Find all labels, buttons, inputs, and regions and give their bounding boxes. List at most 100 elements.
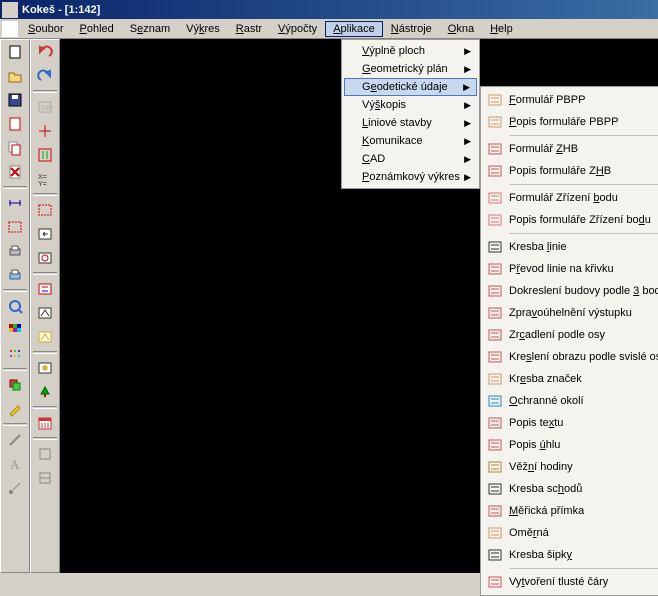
separator (509, 184, 658, 185)
rect-button[interactable] (4, 216, 27, 238)
menu-soubor[interactable]: Soubor (20, 21, 71, 37)
submenuitem-form-pbpp-desc[interactable]: Popis formuláře PBPP (483, 111, 658, 133)
print2-button[interactable] (4, 264, 27, 286)
layer-y-button[interactable] (34, 326, 57, 348)
submenuitem-form-zb[interactable]: Formulář Zřízení bodu (483, 187, 658, 209)
doc-icon (2, 21, 18, 37)
submenuitem-building-3pt[interactable]: Dokreslení budovy podle 3 bodů (483, 280, 658, 302)
palette-button[interactable] (4, 319, 27, 341)
submenuitem-line-draw[interactable]: Kresba linie (483, 236, 658, 258)
drawing-canvas[interactable]: Výplně ploch▶Geometrický plán▶Geodetické… (60, 39, 658, 573)
svg-text:A: A (10, 457, 20, 472)
sq2-button[interactable] (34, 467, 57, 489)
menuitem-komunikace[interactable]: Komunikace▶ (344, 132, 477, 150)
rectify-icon (485, 305, 505, 321)
menu-výpočty[interactable]: Výpočty (270, 21, 325, 37)
geodeticke-udaje-submenu: Formulář PBPP Popis formuláře PBPP Formulá… (480, 86, 658, 596)
save-button[interactable] (4, 89, 27, 111)
layer-r-button[interactable] (34, 278, 57, 300)
layer-bk-button[interactable] (34, 302, 57, 324)
undo-button[interactable] (34, 41, 57, 63)
menu-nástroje[interactable]: Nástroje (383, 21, 440, 37)
submenuitem-rectify[interactable]: Zpravoúhelnění výstupku (483, 302, 658, 324)
line-button[interactable] (4, 429, 27, 451)
submenuitem-label: Formulář PBPP (509, 94, 585, 106)
xy-button[interactable]: X=Y= (34, 168, 57, 190)
menu-výkres[interactable]: Výkres (178, 21, 228, 37)
toolbar-left-2: INFO X=Y= (30, 39, 60, 573)
building-3pt-icon (485, 283, 505, 299)
submenuitem-arrow-draw[interactable]: Kresba šipky (483, 544, 658, 566)
submenuitem-label: Kresba značek (509, 373, 582, 385)
submenu-arrow-icon: ▶ (464, 136, 471, 147)
submenuitem-mirror[interactable]: Zrcadlení podle osy (483, 324, 658, 346)
redo-button[interactable] (34, 65, 57, 87)
submenuitem-symbols[interactable]: Kresba značek (483, 368, 658, 390)
zoomall-button[interactable] (34, 144, 57, 166)
submenuitem-protect-area[interactable]: Ochranné okolí (483, 390, 658, 412)
submenuitem-label: Kresba šipky (509, 549, 572, 561)
menu-rastr[interactable]: Rastr (228, 21, 270, 37)
arrowleft-button[interactable] (34, 223, 57, 245)
menu-aplikace[interactable]: Aplikace (325, 21, 383, 37)
submenuitem-measure-line[interactable]: Měřická přímka (483, 500, 658, 522)
menuitem-liniov-stavby[interactable]: Liniové stavby▶ (344, 114, 477, 132)
draw-button[interactable] (4, 398, 27, 420)
submenuitem-omerna[interactable]: Oměrná (483, 522, 658, 544)
form-zhb-icon (485, 141, 505, 157)
submenuitem-label: Popis formuláře PBPP (509, 116, 618, 128)
submenuitem-form-zhb[interactable]: Formulář ZHB (483, 138, 658, 160)
regen-button[interactable] (34, 247, 57, 269)
dim-button[interactable] (4, 192, 27, 214)
separator (509, 233, 658, 234)
obj1-button[interactable] (34, 357, 57, 379)
open-button[interactable] (4, 65, 27, 87)
point-button[interactable] (4, 477, 27, 499)
submenuitem-line-to-curve[interactable]: Převod linie na křivku (483, 258, 658, 280)
menu-help[interactable]: Help (482, 21, 521, 37)
line-to-curve-icon (485, 261, 505, 277)
submenuitem-text-desc[interactable]: Popis textu (483, 412, 658, 434)
submenuitem-stairs[interactable]: Kresba schodů (483, 478, 658, 500)
new-button[interactable] (4, 41, 27, 63)
submenuitem-form-zb-desc[interactable]: Popis formuláře Zřízení bodu (483, 209, 658, 231)
submenuitem-label: Dokreslení budovy podle 3 bodů (509, 285, 658, 297)
copy-button[interactable] (4, 137, 27, 159)
menuitem-v-kopis[interactable]: Výškopis▶ (344, 96, 477, 114)
submenuitem-thick-line[interactable]: Vytvoření tlusté čáry (483, 571, 658, 593)
menu-okna[interactable]: Okna (440, 21, 482, 37)
menuitem-pozn-mkov-v-kres[interactable]: Poznámkový výkres▶ (344, 168, 477, 186)
sel-button[interactable] (34, 199, 57, 221)
submenuitem-angle-desc[interactable]: Popis úhlu (483, 434, 658, 456)
tree-button[interactable] (34, 381, 57, 403)
toolbar-left-1: A (0, 39, 30, 573)
config-button[interactable] (4, 295, 27, 317)
menuitem-geometrick-pl-n[interactable]: Geometrický plán▶ (344, 60, 477, 78)
delete-button[interactable] (4, 161, 27, 183)
submenu-arrow-icon: ▶ (464, 64, 471, 75)
submenuitem-tower-clock[interactable]: Věžní hodiny (483, 456, 658, 478)
submenuitem-mirror-vert[interactable]: Kreslení obrazu podle svislé osy (483, 346, 658, 368)
layers-button[interactable] (4, 374, 27, 396)
print-button[interactable] (4, 240, 27, 262)
text-button[interactable]: A (4, 453, 27, 475)
submenuitem-label: Převod linie na křivku (509, 263, 614, 275)
submenuitem-label: Popis formuláře Zřízení bodu (509, 214, 651, 226)
calendar-button[interactable] (34, 412, 57, 434)
menuitem-v-pln-ploch[interactable]: Výplně ploch▶ (344, 42, 477, 60)
sq1-button[interactable] (34, 443, 57, 465)
form-zhb-desc-icon (485, 163, 505, 179)
submenuitem-form-pbpp[interactable]: Formulář PBPP (483, 89, 658, 111)
submenu-arrow-icon: ▶ (464, 154, 471, 165)
page-button[interactable] (4, 113, 27, 135)
line-draw-icon (485, 239, 505, 255)
menu-seznam[interactable]: Seznam (122, 21, 178, 37)
submenuitem-form-zhb-desc[interactable]: Popis formuláře ZHB (483, 160, 658, 182)
crosshair-button[interactable] (34, 120, 57, 142)
menuitem-cad[interactable]: CAD▶ (344, 150, 477, 168)
info-button[interactable]: INFO (34, 96, 57, 118)
angle-desc-icon (485, 437, 505, 453)
dots-button[interactable] (4, 343, 27, 365)
menu-pohled[interactable]: Pohled (71, 21, 121, 37)
menuitem-geodetick-daje[interactable]: Geodetické údaje▶ (344, 78, 477, 96)
